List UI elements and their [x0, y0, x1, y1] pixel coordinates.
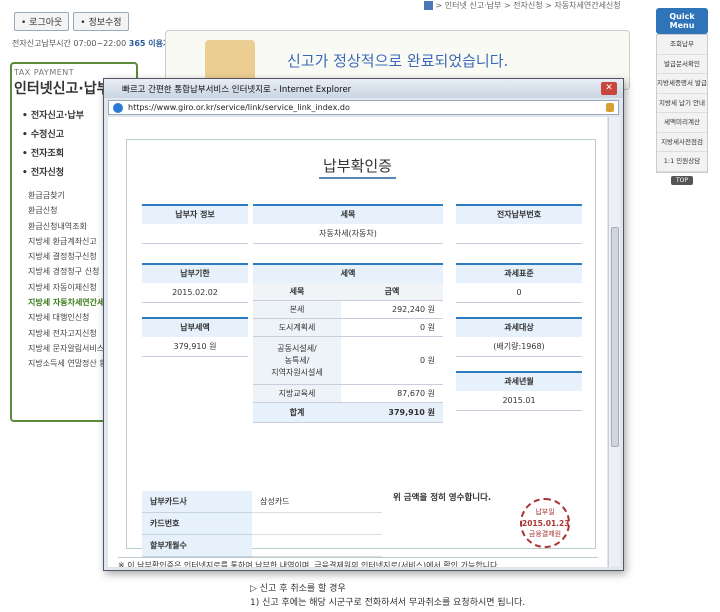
breakdown-amount-header: 금액 — [341, 283, 443, 301]
due-date-header: 납부기한 — [142, 263, 248, 283]
card-number-label: 카드번호 — [142, 513, 252, 535]
submenu-item[interactable]: 지방세 경정청구 신청 — [28, 266, 108, 281]
menu-item-e-filing[interactable]: • 전자신고·납부 — [22, 108, 84, 127]
login-row: • 로그아웃 • 정보수정 — [14, 12, 129, 31]
stamp-issuer: 금융결제원 — [528, 530, 562, 538]
scrollbar-thumb[interactable] — [611, 227, 619, 447]
tax-box-en: TAX PAYMENT — [14, 68, 75, 77]
breakdown-value: 0 원 — [341, 337, 443, 385]
submenu-item[interactable]: 환급신청내역조회 — [28, 221, 108, 236]
sub-menu: 환급금찾기 환급신청 환급신청내역조회 지방세 환급계좌신고 지방세 결정청구신… — [28, 190, 108, 374]
popup-window: 빠르고 간편한 통합납부서비스 인터넷지로 - Internet Explore… — [103, 78, 624, 571]
menu-item-amend[interactable]: • 수정신고 — [22, 127, 84, 146]
logout-button[interactable]: • 로그아웃 — [14, 12, 70, 31]
breadcrumb: > 인터넷 신고·납부 > 전자신청 > 자동차세연간세신청 — [424, 0, 621, 11]
submenu-item[interactable]: 지방세 결정청구신청 — [28, 251, 108, 266]
home-icon[interactable] — [424, 1, 433, 10]
submenu-item[interactable]: 지방세 자동이체신청 — [28, 282, 108, 297]
edit-info-button[interactable]: • 정보수정 — [73, 12, 129, 31]
url-text: https://www.giro.or.kr/service/link/serv… — [128, 103, 350, 112]
quick-item[interactable]: 조회납부 — [657, 35, 707, 55]
card-company-label: 납부카드사 — [142, 491, 252, 513]
e-number-header: 전자납부번호 — [456, 204, 582, 224]
quick-menu: Quick Menu 조회납부 발급문서확인 지방세증명서 발급 지방세 납기 … — [656, 8, 708, 185]
top-button[interactable]: TOP — [671, 175, 693, 185]
ie-globe-icon — [113, 103, 123, 113]
quick-item[interactable]: 세액미리계산 — [657, 113, 707, 133]
tax-period-value: 2015.01 — [456, 391, 582, 411]
quick-item[interactable]: 지방세사전점검 — [657, 133, 707, 152]
hours-text: 전자신고납부시간 07:00~22:00 — [12, 39, 127, 48]
card-number-value — [252, 513, 382, 535]
payer-info-header: 납부자 정보 — [142, 204, 248, 224]
main-menu: • 전자신고·납부 • 수정신고 • 전자조회 • 전자신청 — [22, 108, 84, 184]
receipt-statement: 위 금액을 정히 영수합니다. — [393, 493, 492, 503]
breakdown-value: 87,670 원 — [341, 385, 443, 403]
due-date-value: 2015.02.02 — [142, 283, 248, 303]
lock-icon[interactable] — [606, 103, 614, 112]
close-button[interactable]: ✕ — [601, 82, 617, 95]
certificate-footer: ※ 이 납부확인증은 인터넷지로를 통하여 납부한 내역이며, 금융결제원의 인… — [118, 557, 598, 567]
breakdown-item-header: 세목 — [253, 283, 341, 301]
installment-label: 할부개월수 — [142, 535, 252, 557]
popup-content: 납부확인증 납부자 정보 세목 전자납부번호 자동차세(자동차) 납부기한 20… — [108, 117, 607, 567]
breadcrumb-text: > 인터넷 신고·납부 > 전자신청 > 자동차세연간세신청 — [435, 1, 621, 10]
card-company-value: 삼성카드 — [252, 491, 382, 513]
submenu-item[interactable]: 지방소득세 연말정산 환급 — [28, 358, 108, 373]
submenu-item[interactable]: 지방세 대행인신청 — [28, 312, 108, 327]
submenu-item[interactable]: 지방세 전자고지신청 — [28, 328, 108, 343]
submenu-item-active[interactable]: 지방세 자동차세연간세 — [28, 297, 108, 312]
submenu-item[interactable]: 환급신청 — [28, 205, 108, 220]
certificate-title-text: 납부확인증 — [318, 157, 396, 179]
stamp-date: 2015.01.23 — [522, 519, 570, 528]
note-line: 1) 신고 후에는 해당 시군구로 전화하셔서 무과취소를 요청하시면 됩니다. — [250, 598, 526, 608]
quick-item[interactable]: 발급문서확인 — [657, 55, 707, 74]
breakdown-value: 0 원 — [341, 319, 443, 337]
e-number-value — [456, 224, 582, 244]
tax-base-header: 과세표준 — [456, 263, 582, 283]
paid-amount-value: 379,910 원 — [142, 337, 248, 357]
breakdown-label: 도시계획세 — [253, 319, 341, 337]
certificate-title: 납부확인증 — [108, 155, 607, 179]
tax-period-header: 과세년월 — [456, 371, 582, 391]
submenu-item[interactable]: 지방세 환급계좌신고 — [28, 236, 108, 251]
vertical-scrollbar[interactable] — [608, 117, 620, 567]
notice-message: 신고가 정상적으로 완료되었습니다. — [287, 52, 509, 70]
quick-item[interactable]: 지방세증명서 발급 — [657, 74, 707, 94]
breakdown-total-value: 379,910 원 — [341, 403, 443, 423]
breakdown-label: 공동시설세/ 농특세/ 지역자원시설세 — [253, 337, 341, 385]
breakdown-value: 292,240 원 — [341, 301, 443, 319]
tax-item-value: 자동차세(자동차) — [253, 224, 443, 244]
address-bar[interactable]: https://www.giro.or.kr/service/link/serv… — [108, 100, 619, 115]
menu-item-inquiry[interactable]: • 전자조회 — [22, 146, 84, 165]
tax-target-header: 과세대상 — [456, 317, 582, 337]
bottom-notes: ▷ 신고 후 취소를 할 경우 1) 신고 후에는 해당 시군구로 전화하셔서 … — [250, 582, 525, 610]
amount-header: 세액 — [253, 263, 443, 283]
breakdown-label: 지방교육세 — [253, 385, 341, 403]
stamp-label: 납부일 — [535, 508, 555, 516]
breakdown-label: 본세 — [253, 301, 341, 319]
submenu-item[interactable]: 환급금찾기 — [28, 190, 108, 205]
tax-target-value: (배기량:1968) — [456, 337, 582, 357]
tax-box-title: 인터넷신고·납부 — [14, 81, 110, 97]
service-hours: 전자신고납부시간 07:00~22:00 365 이용가능 — [12, 38, 178, 49]
document-illustration-icon — [205, 40, 255, 82]
payment-stamp: 납부일 2015.01.23 금융결제원 — [520, 498, 570, 548]
paid-amount-header: 납부세액 — [142, 317, 248, 337]
note-line: ▷ 신고 후 취소를 할 경우 — [250, 584, 346, 594]
menu-item-application[interactable]: • 전자신청 — [22, 165, 84, 184]
quick-menu-title: Quick Menu — [656, 8, 708, 34]
popup-title: 빠르고 간편한 통합납부서비스 인터넷지로 - Internet Explore… — [122, 85, 352, 95]
quick-item[interactable]: 1:1 민원상담 — [657, 152, 707, 172]
submenu-item[interactable]: 지방세 문자알림서비스 — [28, 343, 108, 358]
quick-item[interactable]: 지방세 납기 안내 — [657, 94, 707, 113]
installment-value — [252, 535, 382, 557]
popup-titlebar[interactable]: 빠르고 간편한 통합납부서비스 인터넷지로 - Internet Explore… — [104, 79, 623, 98]
breakdown-total-label: 합계 — [253, 403, 341, 423]
payer-info-value — [142, 224, 248, 244]
tax-item-header: 세목 — [253, 204, 443, 224]
tax-base-value: 0 — [456, 283, 582, 303]
